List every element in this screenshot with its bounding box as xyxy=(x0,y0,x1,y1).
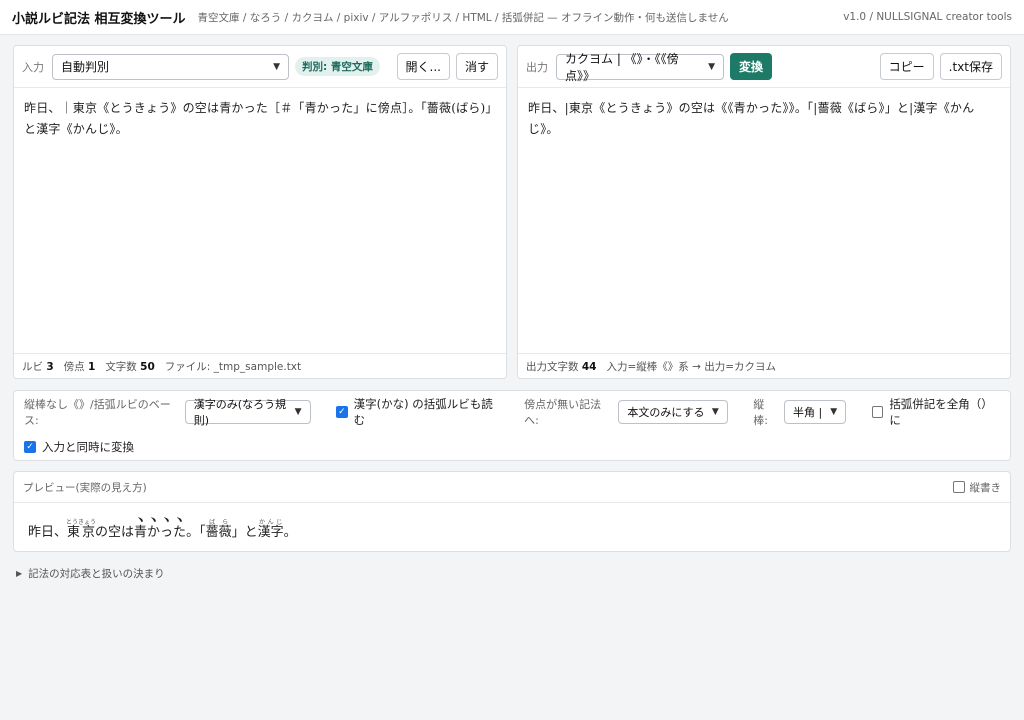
base-label: 縦棒なし《》/括弧ルビのベース: xyxy=(24,398,171,427)
fullwidth-paren-checkbox[interactable] xyxy=(871,406,884,418)
read-paren-label: 漢字(かな) の括弧ルビも読む xyxy=(353,397,493,427)
disclosure-triangle-icon: ▶ xyxy=(16,569,23,578)
preview-text: 昨日、東京とうきょうの空は青かった。「薔薇ばら」と漢字かんじ。 xyxy=(14,503,1010,540)
output-toolbar: 出力 カクヨム | 《》・《《傍点》》 ▼ 変換 コピー .txt保存 xyxy=(518,46,1010,88)
no-boten-label: 傍点が無い記法へ: xyxy=(524,398,602,427)
ruby-kanji: 漢字かんじ xyxy=(257,519,284,540)
output-char-count-stat: 出力文字数 44 xyxy=(526,360,597,373)
chevron-down-icon: ▼ xyxy=(273,61,280,72)
input-textarea[interactable]: 昨日、｜東京《とうきょう》の空は青かった［＃「青かった」に傍点］。「薔薇(ばら)… xyxy=(14,88,506,353)
base-select-value: 漢字のみ(なろう規則) xyxy=(193,398,287,427)
open-file-button[interactable]: 開く... xyxy=(396,53,450,80)
chevron-down-icon: ▼ xyxy=(711,407,719,417)
no-boten-select-value: 本文のみにする xyxy=(627,406,705,419)
preview-title: プレビュー(実際の見え方) xyxy=(23,481,147,494)
input-format-select[interactable]: 自動判別 ▼ xyxy=(52,53,289,80)
app-header: 小説ルビ記法 相互変換ツール 青空文庫 / なろう / カクヨム / pixiv… xyxy=(0,0,1024,35)
preview-segment: の空は xyxy=(95,525,135,540)
fullwidth-paren-label: 括弧併記を全角（）に xyxy=(889,397,993,427)
chevron-down-icon: ▼ xyxy=(294,407,302,417)
read-paren-checkbox[interactable]: ✓ xyxy=(336,406,348,418)
file-name-stat: ファイル: _tmp_sample.txt xyxy=(164,360,302,373)
output-textarea[interactable]: 昨日、|東京《とうきょう》の空は《《青かった》》。「|薔薇《ばら》」と|漢字《か… xyxy=(518,88,1010,353)
save-txt-button[interactable]: .txt保存 xyxy=(939,53,1002,80)
output-format-value: カクヨム | 《》・《《傍点》》 xyxy=(565,51,679,83)
input-pane: 入力 自動判別 ▼ 判別: 青空文庫 開く... 消す 昨日、｜東京《とうきょう… xyxy=(13,45,507,379)
base-select[interactable]: 漢字のみ(なろう規則) ▼ xyxy=(184,398,311,427)
notation-details-toggle[interactable]: ▶ 記法の対応表と扱いの決まり xyxy=(16,566,165,581)
app-subtitle: 青空文庫 / なろう / カクヨム / pixiv / アルファポリス / HT… xyxy=(197,11,729,24)
live-convert-checkbox[interactable]: ✓ xyxy=(24,441,36,453)
boten-text: 青かった xyxy=(134,525,187,540)
chevron-down-icon: ▼ xyxy=(830,407,838,417)
app-title: 小説ルビ記法 相互変換ツール xyxy=(12,11,186,27)
ruby-count-stat: ルビ 3 xyxy=(22,360,54,373)
vertical-label: 縦書き xyxy=(969,481,1002,494)
output-status-bar: 出力文字数 44 入力=縦棒《》系 → 出力=カクヨム xyxy=(518,353,1010,378)
clear-button[interactable]: 消す xyxy=(455,53,498,80)
detected-format-badge: 判別: 青空文庫 xyxy=(295,57,380,76)
input-toolbar: 入力 自動判別 ▼ 判別: 青空文庫 開く... 消す xyxy=(14,46,506,88)
bar-select-value: 半角 | xyxy=(792,406,823,419)
input-format-value: 自動判別 xyxy=(61,60,110,74)
input-label: 入力 xyxy=(22,60,44,74)
bar-select[interactable]: 半角 | ▼ xyxy=(783,400,847,424)
live-convert-label: 入力と同時に変換 xyxy=(42,440,134,454)
app-version: v1.0 / NULLSIGNAL creator tools xyxy=(843,11,1012,23)
input-status-bar: ルビ 3 傍点 1 文字数 50 ファイル: _tmp_sample.txt xyxy=(14,353,506,378)
ruby-bara: 薔薇ばら xyxy=(205,519,232,540)
output-pane: 出力 カクヨム | 《》・《《傍点》》 ▼ 変換 コピー .txt保存 昨日、|… xyxy=(517,45,1011,379)
vertical-checkbox[interactable] xyxy=(952,481,965,493)
ruby-tokyo: 東京とうきょう xyxy=(66,519,97,540)
options-row-1: 縦棒なし《》/括弧ルビのベース: 漢字のみ(なろう規則) ▼ ✓ 漢字(かな) … xyxy=(24,397,1000,427)
char-count-stat: 文字数 50 xyxy=(105,360,155,373)
chevron-down-icon: ▼ xyxy=(708,61,715,72)
preview-panel: プレビュー(実際の見え方) 縦書き 昨日、東京とうきょうの空は青かった。「薔薇ば… xyxy=(13,471,1011,552)
preview-segment: 。「 xyxy=(186,525,206,540)
options-row-2: ✓ 入力と同時に変換 xyxy=(24,434,1000,460)
vertical-toggle: 縦書き xyxy=(952,480,1002,495)
output-format-select[interactable]: カクヨム | 《》・《《傍点》》 ▼ xyxy=(556,52,724,83)
copy-button[interactable]: コピー xyxy=(879,53,934,80)
boten-count-stat: 傍点 1 xyxy=(63,360,96,373)
editor-panes: 入力 自動判別 ▼ 判別: 青空文庫 開く... 消す 昨日、｜東京《とうきょう… xyxy=(13,45,1011,379)
preview-segment: 昨日、 xyxy=(28,525,68,540)
convert-button[interactable]: 変換 xyxy=(730,53,773,80)
preview-header: プレビュー(実際の見え方) 縦書き xyxy=(14,472,1010,503)
options-panel: 縦棒なし《》/括弧ルビのベース: 漢字のみ(なろう規則) ▼ ✓ 漢字(かな) … xyxy=(13,390,1011,461)
bar-label: 縦棒: xyxy=(753,398,768,427)
no-boten-select[interactable]: 本文のみにする ▼ xyxy=(618,400,728,424)
preview-segment: 。 xyxy=(283,525,297,540)
details-summary: 記法の対応表と扱いの決まり xyxy=(28,568,165,580)
preview-segment: 」と xyxy=(231,525,258,540)
output-label: 出力 xyxy=(526,60,548,74)
conversion-note: 入力=縦棒《》系 → 出力=カクヨム xyxy=(606,360,777,373)
